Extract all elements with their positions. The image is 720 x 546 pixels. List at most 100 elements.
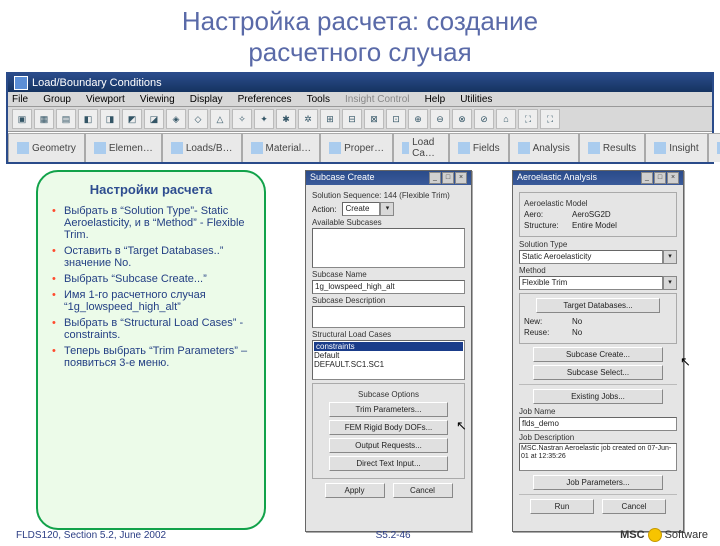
tab-geometry[interactable]: Geometry: [8, 133, 85, 162]
output-requests-button[interactable]: Output Requests...: [329, 438, 448, 453]
menu-bar[interactable]: File Group Viewport Viewing Display Pref…: [8, 92, 712, 107]
slc-selected[interactable]: constraints: [314, 342, 463, 351]
fem-rigid-body-button[interactable]: FEM Rigid Body DOFs...: [329, 420, 448, 435]
menu-viewport[interactable]: Viewport: [86, 94, 125, 105]
solution-type-dropdown[interactable]: Static Aeroelasticity▾: [519, 250, 677, 264]
tb-icon[interactable]: ⊡: [386, 109, 406, 129]
chevron-down-icon[interactable]: ▾: [663, 250, 677, 264]
close-icon[interactable]: ×: [667, 172, 679, 184]
subcase-name-label: Subcase Name: [312, 270, 465, 279]
available-subcases-list[interactable]: [312, 228, 465, 268]
tab-loads[interactable]: Loads/B…: [162, 133, 242, 162]
menu-utilities[interactable]: Utilities: [460, 94, 492, 105]
subcase-options-label: Subcase Options: [317, 390, 460, 399]
max-icon[interactable]: □: [654, 172, 666, 184]
tab-properties[interactable]: Proper…: [320, 133, 393, 162]
direct-text-input-button[interactable]: Direct Text Input...: [329, 456, 448, 471]
app-titlebar: Load/Boundary Conditions: [8, 74, 712, 92]
slc-option[interactable]: Default: [314, 351, 463, 360]
tb-icon[interactable]: ✧: [232, 109, 252, 129]
tb-icon[interactable]: △: [210, 109, 230, 129]
action-dropdown[interactable]: Create▾: [342, 202, 394, 216]
chevron-down-icon[interactable]: ▾: [380, 202, 394, 216]
subcase-select-button[interactable]: Subcase Select...: [533, 365, 663, 380]
existing-jobs-button[interactable]: Existing Jobs...: [533, 389, 663, 404]
job-parameters-button[interactable]: Job Parameters...: [533, 475, 663, 490]
tab-materials[interactable]: Material…: [242, 133, 321, 162]
menu-display[interactable]: Display: [190, 94, 223, 105]
tab-results[interactable]: Results: [579, 133, 645, 162]
tb-icon[interactable]: ✱: [276, 109, 296, 129]
tab-loadca[interactable]: Load Ca…: [393, 133, 449, 162]
tab-icon: [251, 142, 263, 154]
structure-label: Structure:: [524, 221, 566, 230]
tb-icon[interactable]: ⊗: [452, 109, 472, 129]
tb-icon[interactable]: ⊘: [474, 109, 494, 129]
tb-icon[interactable]: ✦: [254, 109, 274, 129]
menu-viewing[interactable]: Viewing: [140, 94, 175, 105]
subcase-create-dialog: Subcase Create _□× Solution Sequence: 14…: [305, 170, 472, 532]
job-name-input[interactable]: flds_demo: [519, 417, 677, 431]
subcase-name-input[interactable]: 1g_lowspeed_high_alt: [312, 280, 465, 294]
subcase-desc-input[interactable]: [312, 306, 465, 328]
subcase-create-button[interactable]: Subcase Create...: [533, 347, 663, 362]
min-icon[interactable]: _: [429, 172, 441, 184]
run-button[interactable]: Run: [530, 499, 594, 514]
dialog-titlebar[interactable]: Subcase Create _□×: [306, 171, 471, 185]
tb-icon[interactable]: ◈: [166, 109, 186, 129]
tb-icon[interactable]: ▦: [34, 109, 54, 129]
menu-insight-control: Insight Control: [345, 94, 409, 105]
available-subcases-label: Available Subcases: [312, 218, 465, 227]
tab-xyplot[interactable]: XY Plot: [708, 133, 720, 162]
tab-elements[interactable]: Elemen…: [85, 133, 162, 162]
tb-icon[interactable]: ⛶: [518, 109, 538, 129]
tb-icon[interactable]: ⊟: [342, 109, 362, 129]
job-desc-input[interactable]: MSC.Nastran Aeroelastic job created on 0…: [519, 443, 677, 471]
cancel-button[interactable]: Cancel: [602, 499, 666, 514]
menu-file[interactable]: File: [12, 94, 28, 105]
method-dropdown[interactable]: Flexible Trim▾: [519, 276, 677, 290]
aero-value: AeroSG2D: [572, 210, 611, 219]
tab-fields[interactable]: Fields: [449, 133, 509, 162]
tb-icon[interactable]: ◨: [100, 109, 120, 129]
tb-icon[interactable]: ◧: [78, 109, 98, 129]
cancel-button[interactable]: Cancel: [393, 483, 453, 498]
note-item: Оставить в “Target Databases..” значение…: [64, 245, 252, 269]
tb-icon[interactable]: ◇: [188, 109, 208, 129]
tab-analysis[interactable]: Analysis: [509, 133, 579, 162]
menu-tools[interactable]: Tools: [307, 94, 330, 105]
tab-icon: [458, 142, 470, 154]
subcase-options-group: Subcase Options Trim Parameters... FEM R…: [312, 383, 465, 479]
tb-icon[interactable]: ⊠: [364, 109, 384, 129]
tb-icon[interactable]: ⛶: [540, 109, 560, 129]
tb-icon[interactable]: ◪: [144, 109, 164, 129]
menu-help[interactable]: Help: [425, 94, 446, 105]
trim-parameters-button[interactable]: Trim Parameters...: [329, 402, 448, 417]
tb-icon[interactable]: ▣: [12, 109, 32, 129]
slc-option[interactable]: DEFAULT.SC1.SC1: [314, 360, 463, 369]
tb-icon[interactable]: ▤: [56, 109, 76, 129]
apply-button[interactable]: Apply: [325, 483, 385, 498]
menu-preferences[interactable]: Preferences: [238, 94, 292, 105]
close-icon[interactable]: ×: [455, 172, 467, 184]
side-note: Настройки расчета Выбрать в “Solution Ty…: [36, 170, 266, 530]
tb-icon[interactable]: ✲: [298, 109, 318, 129]
min-icon[interactable]: _: [641, 172, 653, 184]
target-databases-button[interactable]: Target Databases...: [536, 298, 660, 313]
tb-icon[interactable]: ⌂: [496, 109, 516, 129]
slc-list[interactable]: constraints Default DEFAULT.SC1.SC1: [312, 340, 465, 380]
menu-group[interactable]: Group: [43, 94, 71, 105]
chevron-down-icon[interactable]: ▾: [663, 276, 677, 290]
tab-icon: [402, 142, 409, 154]
target-db-group: Target Databases... New:No Reuse:No: [519, 293, 677, 344]
tab-insight[interactable]: Insight: [645, 133, 707, 162]
tb-icon[interactable]: ⊖: [430, 109, 450, 129]
reuse-label: Reuse:: [524, 328, 566, 337]
max-icon[interactable]: □: [442, 172, 454, 184]
aeroelastic-model-group: Aeroelastic Model Aero:AeroSG2D Structur…: [519, 192, 677, 237]
solution-type-label: Solution Type: [519, 240, 677, 249]
tb-icon[interactable]: ⊕: [408, 109, 428, 129]
tb-icon[interactable]: ⊞: [320, 109, 340, 129]
tb-icon[interactable]: ◩: [122, 109, 142, 129]
dialog-titlebar[interactable]: Aeroelastic Analysis _□×: [513, 171, 683, 185]
